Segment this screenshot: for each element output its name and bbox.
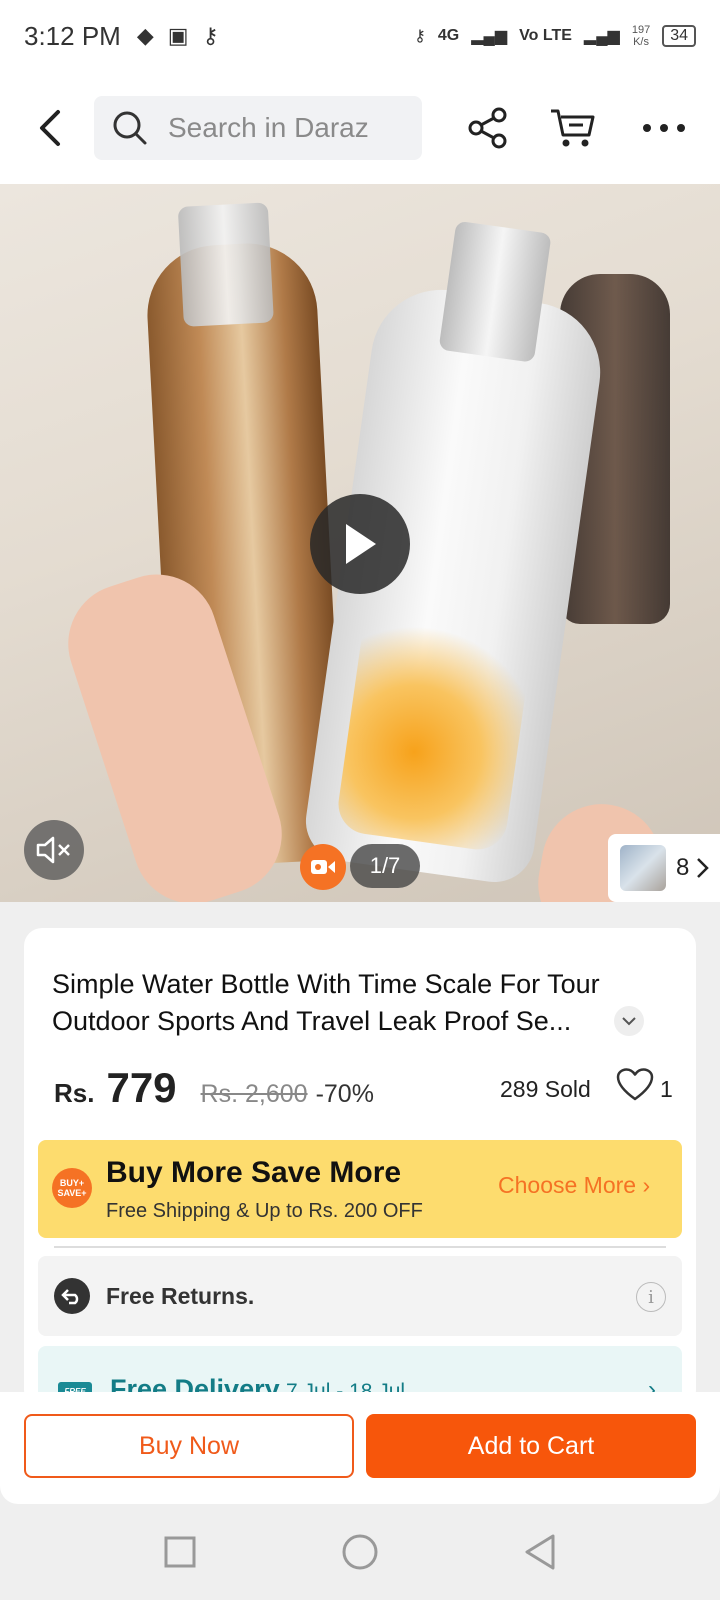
recents-square-icon [164, 1536, 196, 1568]
buy-now-button[interactable]: Buy Now [24, 1414, 354, 1478]
free-returns-row[interactable]: Free Returns. i [38, 1256, 682, 1336]
share-button[interactable] [458, 98, 518, 158]
wishlist-heart-icon[interactable] [616, 1068, 654, 1102]
promo-title: Buy More Save More [106, 1156, 402, 1189]
more-options-button[interactable] [634, 98, 694, 158]
status-time: 3:12 PM [24, 20, 121, 51]
chevron-right-icon [697, 858, 710, 878]
search-bar[interactable]: Search in Daraz [94, 96, 422, 160]
video-indicator[interactable] [300, 844, 346, 890]
divider [54, 1246, 666, 1248]
home-circle-icon [342, 1534, 378, 1570]
expand-title-button[interactable] [614, 1006, 644, 1036]
volte-indicator: Vo LTE [519, 27, 572, 44]
product-title: Simple Water Bottle With Time Scale For … [52, 969, 600, 1036]
chevron-right-icon: › [642, 1172, 651, 1198]
system-back-button[interactable] [520, 1532, 560, 1572]
video-camera-icon [311, 860, 335, 874]
add-to-cart-button[interactable]: Add to Cart [366, 1414, 696, 1478]
choose-more-link[interactable]: Choose More › [498, 1172, 650, 1199]
battery-level: 34 [670, 27, 688, 44]
net-speed-value: 197 [631, 24, 651, 36]
discount-badge: -70% [315, 1080, 374, 1108]
vpn-key-icon: ⚷ [202, 23, 219, 48]
back-icon [40, 110, 60, 146]
info-icon[interactable]: i [636, 1282, 666, 1312]
cart-icon [551, 109, 595, 147]
play-icon [346, 524, 376, 564]
back-triangle-icon [525, 1534, 555, 1570]
net-speed: 197 K/s [632, 24, 650, 48]
chevron-down-icon [622, 1017, 636, 1026]
return-arrow-icon [54, 1278, 90, 1314]
price-currency: Rs. [54, 1078, 95, 1108]
paytm-notification-icon: ▣ [167, 23, 189, 48]
product-info-card: Simple Water Bottle With Time Scale For … [24, 928, 696, 1408]
more-icon [643, 124, 685, 132]
network-type: 4G [437, 27, 460, 44]
play-video-button[interactable] [310, 494, 410, 594]
choose-more-label: Choose More [498, 1172, 637, 1198]
battery-icon: 34 [662, 25, 696, 47]
signal-icon: ▂▄▆ [471, 28, 508, 45]
app-notification-icon: ◆ [136, 23, 154, 48]
price-value: 779 [106, 1064, 177, 1111]
home-button[interactable] [340, 1532, 380, 1572]
top-header: Search in Daraz [0, 72, 720, 184]
gallery-count: 8 [676, 854, 690, 881]
key-icon: ⚷ [414, 28, 426, 45]
recents-button[interactable] [160, 1532, 200, 1572]
free-returns-label: Free Returns. [106, 1282, 255, 1309]
status-bar: 3:12 PM ◆ ▣ ⚷ ⚷ 4G ▂▄▆ Vo LTE ▂▄▆ 197 K/… [0, 0, 720, 72]
sold-count: 289 Sold [500, 1076, 591, 1102]
mute-icon [36, 836, 70, 864]
search-icon [113, 111, 147, 145]
product-media[interactable]: 1/7 8 [0, 184, 720, 902]
share-icon [468, 107, 507, 149]
wishlist-count: 1 [660, 1076, 673, 1102]
gallery-thumbnail [620, 845, 666, 891]
image-counter: 1/7 [350, 844, 420, 888]
search-placeholder: Search in Daraz [168, 112, 369, 143]
gallery-button[interactable]: 8 [608, 834, 720, 902]
original-price: Rs. 2,600 [200, 1080, 308, 1108]
buy-more-save-more-banner[interactable]: BUY+ SAVE+ Buy More Save More Free Shipp… [38, 1140, 682, 1238]
cart-button[interactable] [542, 98, 602, 158]
mute-button[interactable] [24, 820, 84, 880]
promo-subtitle: Free Shipping & Up to Rs. 200 OFF [106, 1200, 423, 1222]
bottom-action-bar: Buy Now Add to Cart [0, 1392, 720, 1504]
system-nav-bar [0, 1504, 720, 1600]
signal-icon-2: ▂▄▆ [583, 28, 620, 45]
back-button[interactable] [24, 103, 74, 153]
net-speed-unit: K/s [633, 36, 649, 48]
buy-save-badge-icon: BUY+ SAVE+ [52, 1168, 92, 1208]
